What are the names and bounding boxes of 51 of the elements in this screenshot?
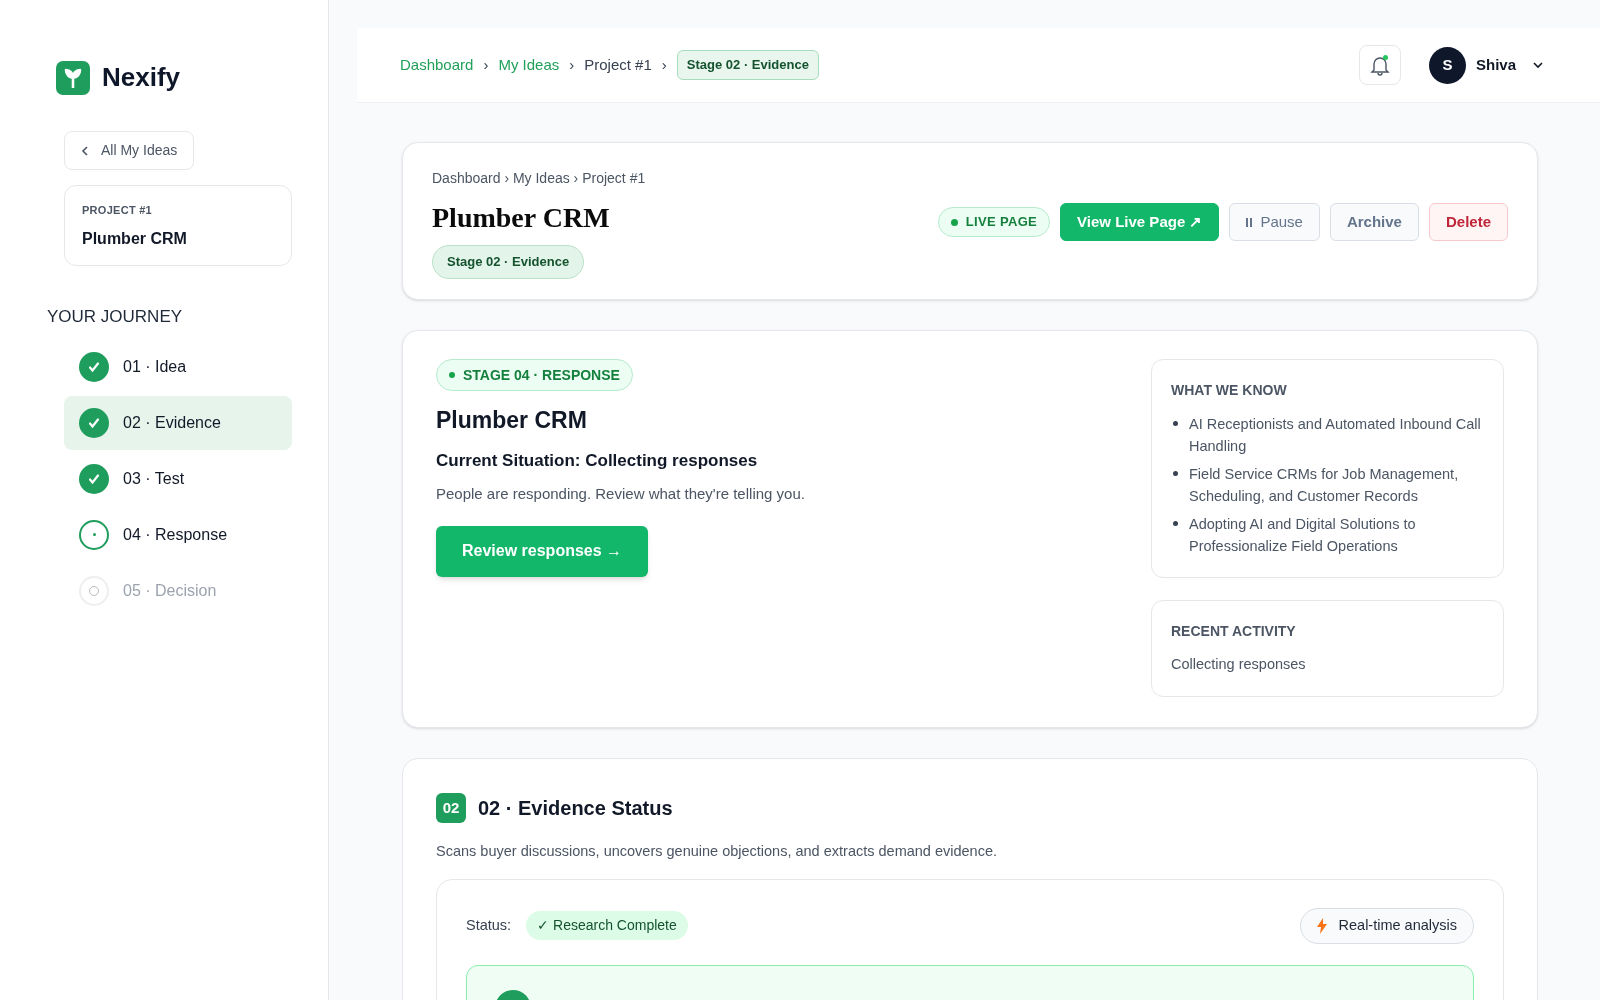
stage-title: Plumber CRM <box>436 406 588 435</box>
bullet-icon <box>1173 521 1178 526</box>
panel-title: WHAT WE KNOW <box>1171 381 1288 400</box>
breadcrumb-text: Project #1 <box>584 54 652 75</box>
journey-step[interactable]: 03 · Test <box>64 451 292 506</box>
project-title: Plumber CRM <box>432 201 611 235</box>
pause-icon <box>1246 217 1253 227</box>
evidence-description: Scans buyer discussions, uncovers genuine objections, and extracts demand evidence. <box>436 842 998 861</box>
breadcrumb-link[interactable]: My Ideas <box>498 53 560 77</box>
panel-title: RECENT ACTIVITY <box>1171 622 1297 641</box>
bell-icon <box>1369 54 1390 76</box>
live-badge: LIVE PAGE <box>937 207 1051 237</box>
knowledge-item: Field Service CRMs for Job Management, Scheduling, and Customer Records <box>1189 465 1460 506</box>
journey-step[interactable]: 02 · Evidence <box>64 395 292 450</box>
user-name[interactable]: Shiva <box>1475 53 1516 77</box>
activity-text: Collecting responses <box>1171 655 1307 674</box>
breadcrumb-separator: › <box>661 54 667 75</box>
action-button[interactable]: Delete <box>1428 203 1508 241</box>
bullet-icon <box>1173 421 1178 426</box>
breadcrumb-separator: › <box>483 54 489 75</box>
situation-heading: Current Situation: Collecting responses <box>436 449 759 472</box>
chevron-left-icon <box>81 144 89 157</box>
project-label: PROJECT #1 <box>82 203 153 218</box>
card-breadcrumb: Dashboard › My Ideas › Project #1 <box>432 169 646 188</box>
lightning-icon <box>1316 917 1327 934</box>
stage-badge: STAGE 04 · RESPONSE <box>436 359 633 391</box>
knowledge-item: AI Receptionists and Automated Inbound Call Handling <box>1189 415 1482 456</box>
stage-badge: Stage 02 · Evidence <box>676 50 819 80</box>
action-button[interactable]: Pause <box>1229 203 1320 241</box>
brand-name: Nexify <box>102 61 181 94</box>
breadcrumb-link[interactable]: Dashboard <box>400 53 474 77</box>
step-number-badge: 02 <box>436 793 466 823</box>
notification-button[interactable] <box>1358 45 1401 85</box>
back-button[interactable]: All My Ideas <box>64 131 195 170</box>
journey-step[interactable]: 01 · Idea <box>64 339 292 394</box>
stage-description: People are responding. Review what they're telling you. <box>436 484 805 504</box>
project-name: Plumber CRM <box>82 228 188 249</box>
breadcrumb-separator: › <box>569 54 575 75</box>
journey-title: YOUR JOURNEY <box>47 306 184 328</box>
knowledge-item: Adopting AI and Digital Solutions to Professionalize Field Operations <box>1189 515 1417 556</box>
bullet-icon <box>1173 471 1178 476</box>
user-avatar: S <box>1428 46 1466 84</box>
journey-step[interactable]: 04 · Response <box>64 507 292 562</box>
analysis-button[interactable]: Real-time analysis <box>1299 907 1474 944</box>
stage-badge: Stage 02 · Evidence <box>432 245 585 279</box>
status-badge: ✓ Research Complete <box>526 911 688 941</box>
logo-icon <box>56 60 90 95</box>
action-button[interactable]: Archive <box>1329 203 1419 241</box>
status-label: Status: <box>466 915 512 935</box>
chevron-down-icon[interactable] <box>1532 61 1544 69</box>
evidence-title: 02 · Evidence Status <box>478 796 673 821</box>
